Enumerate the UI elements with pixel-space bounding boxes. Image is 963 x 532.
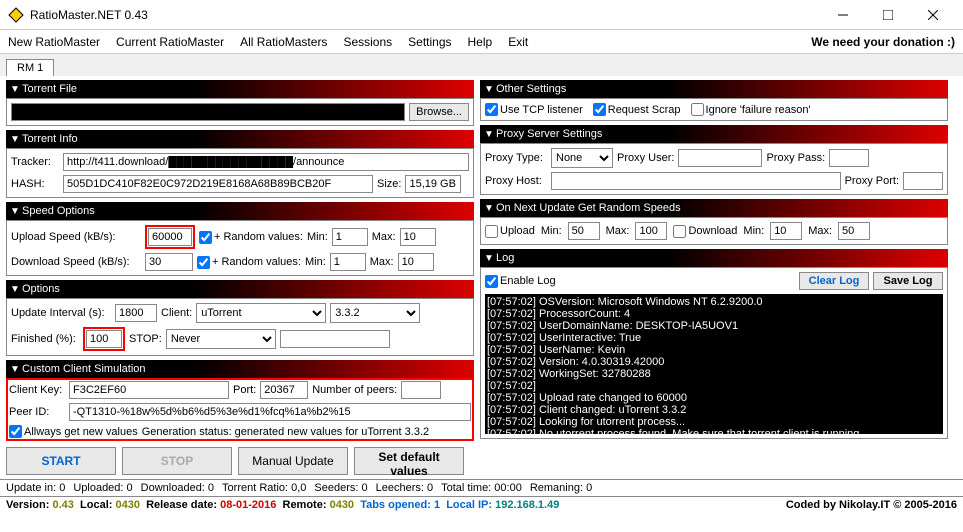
close-button[interactable]: [910, 1, 955, 29]
status-uploaded: Uploaded: 0: [73, 482, 132, 494]
hash-input[interactable]: [63, 175, 373, 193]
log-header[interactable]: ▼Log: [480, 249, 948, 267]
status-seeders: Seeders: 0: [314, 482, 367, 494]
tcp-listener-checkbox[interactable]: [485, 103, 498, 116]
app-icon: [8, 7, 24, 23]
stop-button[interactable]: STOP: [122, 447, 232, 475]
download-min-input[interactable]: [330, 253, 366, 271]
download-speed-label: Download Speed (kB/s):: [11, 256, 141, 268]
proxy-pass-input[interactable]: [829, 149, 869, 167]
random-speeds-header[interactable]: ▼On Next Update Get Random Speeds: [480, 199, 948, 217]
tracker-label: Tracker:: [11, 156, 59, 168]
custom-header[interactable]: ▼Custom Client Simulation: [6, 360, 474, 378]
menu-current[interactable]: Current RatioMaster: [116, 35, 224, 49]
client-version-select[interactable]: 3.3.2: [330, 303, 420, 323]
peerid-label: Peer ID:: [9, 406, 65, 418]
random-upload-min-input[interactable]: [568, 222, 600, 240]
set-defaults-button[interactable]: Set default values: [354, 447, 464, 475]
peers-label: Number of peers:: [312, 384, 397, 396]
upload-random-checkbox[interactable]: [199, 231, 212, 244]
menu-sessions[interactable]: Sessions: [343, 35, 392, 49]
menu-new[interactable]: New RatioMaster: [8, 35, 100, 49]
peerid-input[interactable]: [69, 403, 471, 421]
maximize-button[interactable]: [865, 1, 910, 29]
interval-input[interactable]: [115, 304, 157, 322]
proxy-header[interactable]: ▼Proxy Server Settings: [480, 125, 948, 143]
gen-status: Generation status: generated new values …: [142, 426, 429, 438]
torrent-path-input[interactable]: [11, 103, 405, 121]
client-select[interactable]: uTorrent: [196, 303, 326, 323]
donation-text: We need your donation :): [811, 35, 955, 49]
upload-min-input[interactable]: [332, 228, 368, 246]
client-key-label: Client Key:: [9, 384, 65, 396]
proxy-type-select[interactable]: None: [551, 148, 613, 168]
ignore-failure-checkbox[interactable]: [691, 103, 704, 116]
log-output[interactable]: [07:57:02] OSVersion: Microsoft Windows …: [485, 294, 943, 434]
menu-settings[interactable]: Settings: [408, 35, 451, 49]
menu-all[interactable]: All RatioMasters: [240, 35, 327, 49]
request-scrap-checkbox[interactable]: [593, 103, 606, 116]
coded-by: Coded by Nikolay.IT © 2005-2016: [786, 499, 957, 511]
options-header[interactable]: ▼Options: [6, 280, 474, 298]
start-button[interactable]: START: [6, 447, 116, 475]
hash-label: HASH:: [11, 178, 59, 190]
browse-button[interactable]: Browse...: [409, 103, 469, 121]
status-ratio: Torrent Ratio: 0,0: [222, 482, 306, 494]
random-download-max-input[interactable]: [838, 222, 870, 240]
upload-max-input[interactable]: [400, 228, 436, 246]
port-input[interactable]: [260, 381, 308, 399]
menu-help[interactable]: Help: [468, 35, 493, 49]
random-upload-checkbox[interactable]: [485, 225, 498, 238]
size-input: [405, 175, 461, 193]
upload-speed-input[interactable]: [148, 228, 192, 246]
interval-label: Update Interval (s):: [11, 307, 111, 319]
menubar: New RatioMaster Current RatioMaster All …: [0, 30, 963, 54]
random-download-checkbox[interactable]: [673, 225, 686, 238]
tab-rm1[interactable]: RM 1: [6, 59, 54, 76]
finished-input[interactable]: [86, 330, 122, 348]
random-download-min-input[interactable]: [770, 222, 802, 240]
random-upload-max-input[interactable]: [635, 222, 667, 240]
stop-select[interactable]: Never: [166, 329, 276, 349]
stop-value-input[interactable]: [280, 330, 390, 348]
proxy-port-input[interactable]: [903, 172, 943, 190]
download-max-input[interactable]: [398, 253, 434, 271]
client-key-input[interactable]: [69, 381, 229, 399]
proxy-type-label: Proxy Type:: [485, 152, 547, 164]
proxy-host-input[interactable]: [551, 172, 841, 190]
download-random-checkbox[interactable]: [197, 256, 210, 269]
speed-header[interactable]: ▼Speed Options: [6, 202, 474, 220]
proxy-user-input[interactable]: [678, 149, 762, 167]
torrent-info-header[interactable]: ▼Torrent Info: [6, 130, 474, 148]
minimize-button[interactable]: [820, 1, 865, 29]
torrent-file-header[interactable]: ▼Torrent File: [6, 80, 474, 98]
status-total-time: Total time: 00:00: [441, 482, 522, 494]
stop-label: STOP:: [129, 333, 162, 345]
status-downloaded: Downloaded: 0: [141, 482, 214, 494]
upload-speed-label: Upload Speed (kB/s):: [11, 231, 141, 243]
manual-update-button[interactable]: Manual Update: [238, 447, 348, 475]
client-label: Client:: [161, 307, 192, 319]
menu-exit[interactable]: Exit: [508, 35, 528, 49]
proxy-host-label: Proxy Host:: [485, 175, 547, 187]
window-title: RatioMaster.NET 0.43: [30, 8, 820, 22]
enable-log-checkbox[interactable]: [485, 275, 498, 288]
save-log-button[interactable]: Save Log: [873, 272, 943, 290]
proxy-user-label: Proxy User:: [617, 152, 674, 164]
proxy-port-label: Proxy Port:: [845, 175, 899, 187]
status-update-in: Update in: 0: [6, 482, 65, 494]
download-speed-input[interactable]: [145, 253, 193, 271]
other-settings-header[interactable]: ▼Other Settings: [480, 80, 948, 98]
port-label: Port:: [233, 384, 256, 396]
size-label: Size:: [377, 178, 401, 190]
clear-log-button[interactable]: Clear Log: [799, 272, 869, 290]
tracker-input[interactable]: [63, 153, 469, 171]
status-leechers: Leechers: 0: [376, 482, 433, 494]
finished-label: Finished (%):: [11, 333, 79, 345]
peers-input[interactable]: [401, 381, 441, 399]
always-new-checkbox[interactable]: [9, 425, 22, 438]
proxy-pass-label: Proxy Pass:: [766, 152, 825, 164]
status-remaining: Remaning: 0: [530, 482, 592, 494]
